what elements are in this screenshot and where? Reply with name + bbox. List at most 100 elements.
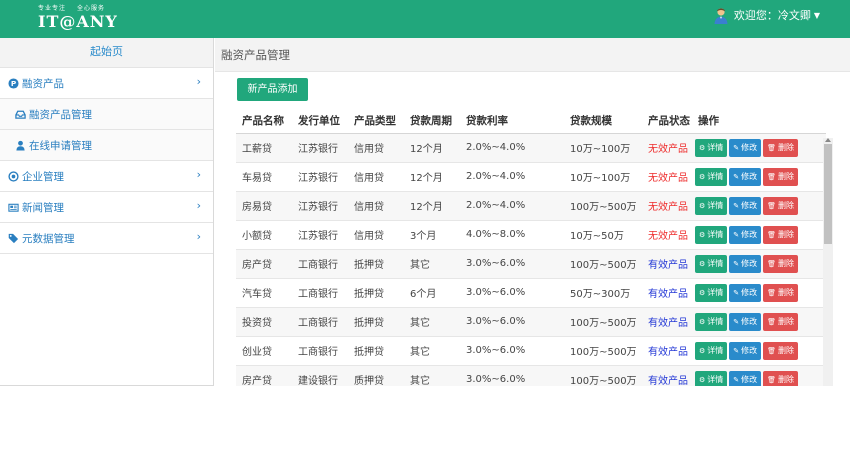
delete-button-label: 删除 [778,374,795,384]
delete-button[interactable]: 🗑 删除 [763,196,799,215]
cell-type: 抵押贷 [348,278,404,308]
detail-button[interactable]: ⚙ 详情 [695,225,728,244]
delete-button-label: 删除 [778,142,795,152]
scroll-up-arrow-icon[interactable] [825,138,831,142]
sidebar-item-financing-products[interactable]: P 融资产品 › [0,68,213,99]
user-avatar-icon [714,7,728,24]
table-header-row: 产品名称 发行单位 产品类型 贷款周期 贷款利率 贷款规模 产品状态 操作 [236,108,826,134]
cell-name: 汽车贷 [236,278,292,308]
sidebar-item-application-management[interactable]: 在线申请管理 [0,130,213,161]
user-menu[interactable]: 欢迎您：冷文卿 ▼ [713,6,820,24]
detail-button-label: 详情 [707,171,724,181]
cell-term: 12个月 [404,162,460,192]
cell-rate: 2.0%~4.0% [460,191,546,221]
delete-button[interactable]: 🗑 删除 [763,370,799,386]
product-table: 产品名称 发行单位 产品类型 贷款周期 贷款利率 贷款规模 产品状态 操作 工薪… [236,108,826,386]
delete-button[interactable]: 🗑 删除 [763,254,799,273]
cell-scale: 100万~500万 [546,365,637,386]
gear-icon: ⚙ [699,346,706,355]
detail-button[interactable]: ⚙ 详情 [695,196,728,215]
logo[interactable]: 专业专注 全心服务 IT@ANY [38,3,118,32]
table-row: 房产贷 工商银行 抵押贷 其它 3.0%~6.0% 100万~500万 有效产品 ⚙ 详情 ✎ 修改… [236,249,826,279]
trash-icon: 🗑 [767,346,777,355]
status-badge: 无效产品 [634,220,690,250]
detail-button[interactable]: ⚙ 详情 [695,138,728,157]
status-badge: 有效产品 [634,365,690,386]
slogan-right: 全心服务 [76,5,105,12]
circle-dot-icon [8,170,19,182]
table-row: 创业贷 工商银行 抵押贷 其它 3.0%~6.0% 100万~500万 有效产品 ⚙ 详情 ✎ 修改… [236,336,826,366]
detail-button[interactable]: ⚙ 详情 [695,370,728,386]
sidebar-item-news[interactable]: 新闻管理 › [0,192,213,223]
cell-rate: 3.0%~6.0% [460,278,546,308]
cell-type: 质押贷 [348,365,404,386]
detail-button[interactable]: ⚙ 详情 [695,283,728,302]
sidebar-item-label: 元数据管理 [22,232,75,245]
trash-icon: 🗑 [767,172,777,181]
detail-button[interactable]: ⚙ 详情 [695,341,728,360]
delete-button-label: 删除 [778,229,795,239]
sidebar-item-metadata[interactable]: 元数据管理 › [0,223,213,254]
cell-issuer: 江苏银行 [292,220,348,250]
scrollbar[interactable] [823,138,833,386]
delete-button[interactable]: 🗑 删除 [763,341,799,360]
row-actions: ⚙ 详情 ✎ 修改 🗑 删除 [690,191,826,221]
sidebar: 起始页 P 融资产品 › 融资产品管理 在线申请管理 企业管理 › 新闻管理 ›… [0,38,214,386]
edit-button[interactable]: ✎ 修改 [729,254,762,273]
add-product-button[interactable]: 新产品添加 [237,78,308,101]
cell-term: 6个月 [404,278,460,308]
tags-icon [8,233,19,243]
user-greeting: 欢迎您：冷文卿 [733,9,811,22]
edit-button[interactable]: ✎ 修改 [729,370,762,386]
cell-type: 信用贷 [348,162,404,192]
edit-button[interactable]: ✎ 修改 [729,341,762,360]
cell-scale: 50万~300万 [546,278,634,308]
delete-button[interactable]: 🗑 删除 [763,225,799,244]
edit-button[interactable]: ✎ 修改 [729,312,762,331]
gear-icon: ⚙ [699,143,706,152]
chevron-right-icon: › [196,75,201,88]
edit-icon: ✎ [733,172,740,181]
edit-button-label: 修改 [741,229,758,239]
column-header: 发行单位 [292,108,348,134]
cell-issuer: 建设银行 [292,365,348,386]
cell-name: 车易贷 [236,162,292,192]
edit-button[interactable]: ✎ 修改 [729,225,762,244]
delete-button-label: 删除 [778,200,795,210]
table-row: 小额贷 江苏银行 信用贷 3个月 4.0%~8.0% 10万~50万 无效产品 ⚙ 详情 ✎ 修改 🗑… [236,220,826,250]
table-row: 房产贷 建设银行 质押贷 其它 3.0%~6.0% 100万~500万 有效产品 ⚙ 详情 ✎ 修改… [236,365,826,386]
cell-issuer: 江苏银行 [292,191,348,221]
scrollbar-thumb[interactable] [824,144,832,244]
sidebar-item-enterprise[interactable]: 企业管理 › [0,161,213,192]
gear-icon: ⚙ [699,288,706,297]
detail-button[interactable]: ⚙ 详情 [695,167,728,186]
cell-type: 信用贷 [348,191,404,221]
delete-button[interactable]: 🗑 删除 [763,167,799,186]
detail-button[interactable]: ⚙ 详情 [695,254,728,273]
edit-button[interactable]: ✎ 修改 [729,138,762,157]
user-icon [16,140,25,151]
cell-type: 抵押贷 [348,249,404,279]
cell-rate: 3.0%~6.0% [460,365,546,386]
chevron-right-icon: › [196,168,201,181]
edit-button[interactable]: ✎ 修改 [729,283,762,302]
edit-button[interactable]: ✎ 修改 [729,167,762,186]
edit-icon: ✎ [733,346,740,355]
table-row: 车易贷 江苏银行 信用贷 12个月 2.0%~4.0% 10万~100万 无效产品 ⚙ 详情 ✎ 修… [236,162,826,192]
row-actions: ⚙ 详情 ✎ 修改 🗑 删除 [690,336,826,366]
sidebar-item-product-management[interactable]: 融资产品管理 [0,99,213,130]
cell-term: 12个月 [404,191,460,221]
detail-button[interactable]: ⚙ 详情 [695,312,728,331]
cell-issuer: 工商银行 [292,278,348,308]
edit-icon: ✎ [733,259,740,268]
delete-button[interactable]: 🗑 删除 [763,312,799,331]
sidebar-home[interactable]: 起始页 [0,38,213,68]
sidebar-item-label: 融资产品 [22,77,64,90]
edit-button[interactable]: ✎ 修改 [729,196,762,215]
edit-button-label: 修改 [741,374,758,384]
table-row: 工薪贷 江苏银行 信用贷 12个月 2.0%~4.0% 10万~100万 无效产品 ⚙ 详情 ✎ 修… [236,133,826,163]
delete-button[interactable]: 🗑 删除 [763,138,799,157]
column-header: 贷款利率 [460,108,546,134]
product-table-container: 产品名称 发行单位 产品类型 贷款周期 贷款利率 贷款规模 产品状态 操作 工薪… [236,108,836,386]
delete-button[interactable]: 🗑 删除 [763,283,799,302]
